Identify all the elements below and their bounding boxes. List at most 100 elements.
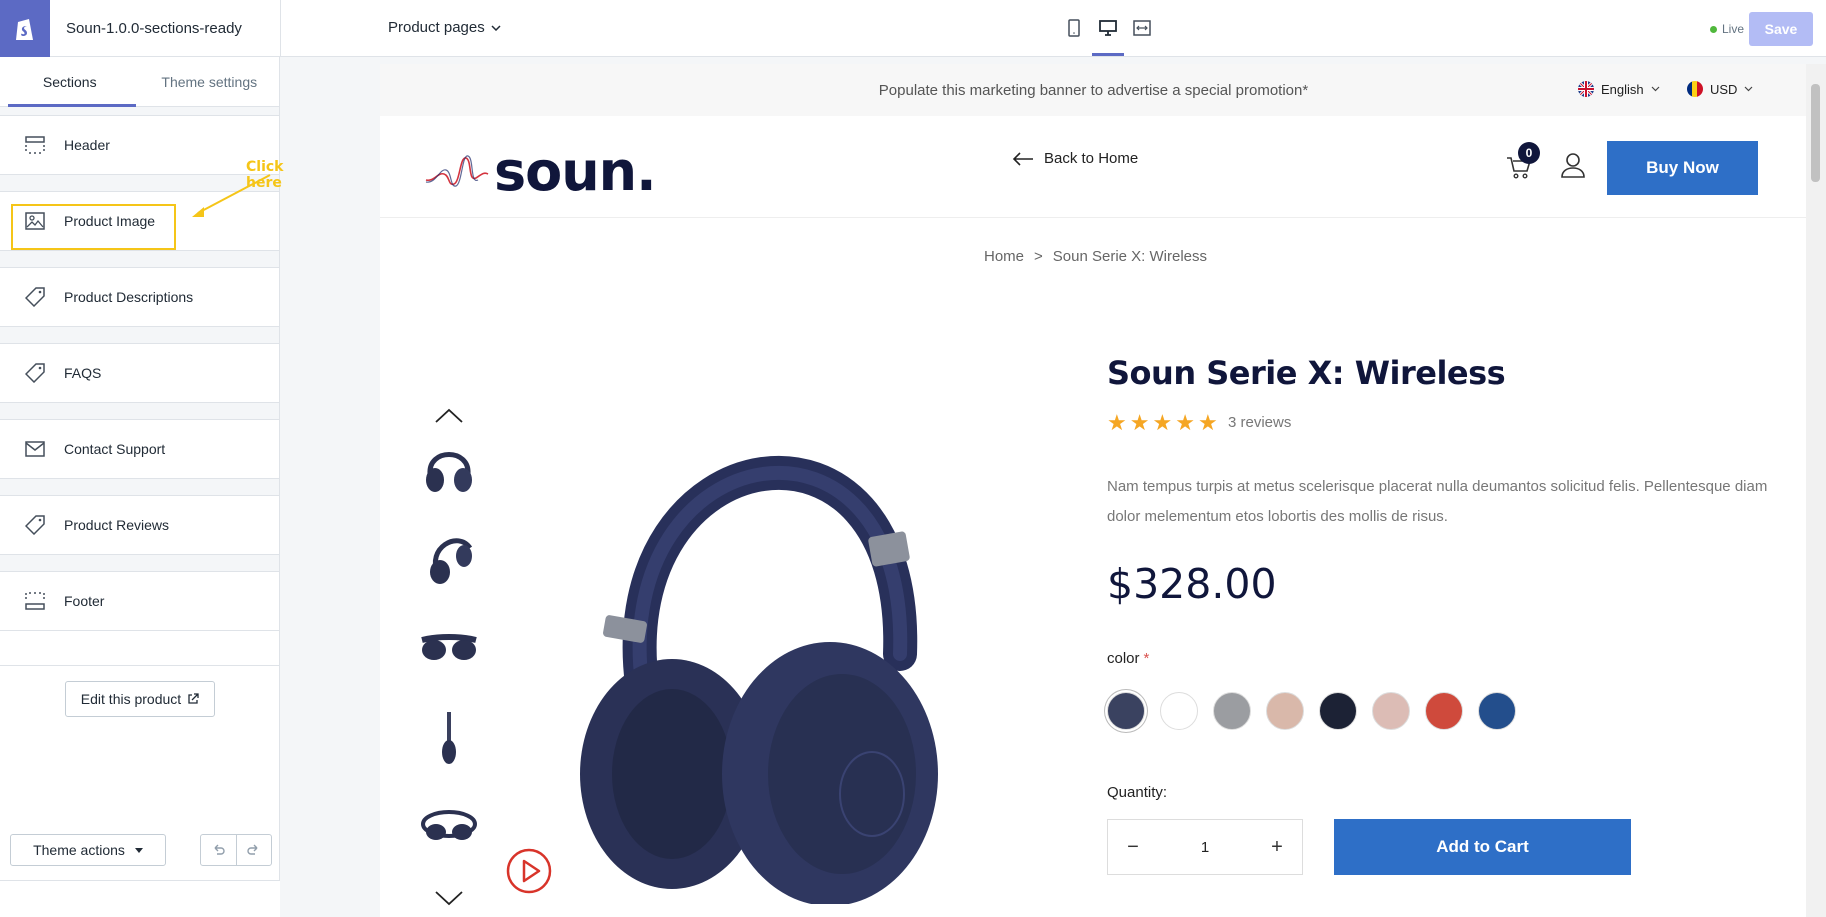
currency-label: USD xyxy=(1710,81,1738,97)
star-icon: ★ xyxy=(1129,410,1150,435)
product-main-image[interactable] xyxy=(580,394,960,904)
currency-selector[interactable]: USD xyxy=(1687,81,1753,97)
store-preview: Populate this marketing banner to advert… xyxy=(380,64,1807,917)
top-bar: Soun-1.0.0-sections-ready Product pages … xyxy=(0,0,1826,57)
currency-flag-icon xyxy=(1687,81,1703,97)
sidebar-item-footer[interactable]: Footer xyxy=(0,571,279,631)
external-link-icon xyxy=(188,693,199,704)
color-swatch[interactable] xyxy=(1372,692,1410,730)
brand-logo[interactable]: soun. xyxy=(424,140,657,203)
divider xyxy=(280,0,281,57)
arrow-left-icon xyxy=(1012,151,1033,166)
footer-layout-icon xyxy=(24,590,46,612)
sidebar-item-label: Product Descriptions xyxy=(64,289,194,305)
product-thumbnail[interactable] xyxy=(418,438,480,500)
sidebar-item-product-descriptions[interactable]: Product Descriptions xyxy=(0,267,279,327)
page-selector-label: Product pages xyxy=(388,19,485,36)
promo-banner: Populate this marketing banner to advert… xyxy=(380,64,1807,116)
shopify-logo-icon[interactable] xyxy=(0,0,50,57)
envelope-icon xyxy=(24,438,46,460)
language-label: English xyxy=(1601,81,1644,97)
uk-flag-icon xyxy=(1578,81,1594,97)
undo-redo-group xyxy=(200,834,272,866)
preview-scrollbar[interactable] xyxy=(1806,64,1826,917)
sidebar-tabs: Sections Theme settings xyxy=(0,57,279,107)
reviews-link[interactable]: 3 reviews xyxy=(1228,414,1291,431)
desktop-icon[interactable] xyxy=(1098,16,1118,40)
device-switcher xyxy=(1064,16,1152,40)
edit-product-button[interactable]: Edit this product xyxy=(65,681,215,717)
save-button[interactable]: Save xyxy=(1749,12,1813,46)
brand-name: soun. xyxy=(494,140,657,203)
mobile-icon[interactable] xyxy=(1064,16,1084,40)
required-mark: * xyxy=(1143,650,1150,667)
quantity-stepper: − 1 + xyxy=(1107,819,1303,875)
play-video-icon[interactable] xyxy=(506,848,552,894)
product-title: Soun Serie X: Wireless xyxy=(1107,354,1506,392)
redo-icon[interactable] xyxy=(237,835,272,865)
sidebar-item-contact-support[interactable]: Contact Support xyxy=(0,419,279,479)
tag-icon xyxy=(24,514,46,536)
color-swatch[interactable] xyxy=(1213,692,1251,730)
buy-now-button[interactable]: Buy Now xyxy=(1607,141,1758,195)
sidebar-item-label: Contact Support xyxy=(64,441,166,457)
star-icon: ★ xyxy=(1175,410,1195,435)
thumbnail-down-arrow-icon[interactable] xyxy=(434,890,464,906)
highlight-box xyxy=(11,204,176,250)
quantity-value[interactable]: 1 xyxy=(1201,839,1209,856)
tab-theme-settings[interactable]: Theme settings xyxy=(140,57,280,106)
chevron-down-icon xyxy=(1651,86,1660,92)
color-swatch[interactable] xyxy=(1107,692,1145,730)
header-layout-icon xyxy=(24,134,46,156)
color-swatch[interactable] xyxy=(1425,692,1463,730)
tag-icon xyxy=(24,362,46,384)
sidebar-item-faqs[interactable]: FAQS xyxy=(0,343,279,403)
sidebar-item-label: FAQS xyxy=(64,365,102,381)
product-thumbnail[interactable] xyxy=(418,708,480,770)
page-selector[interactable]: Product pages xyxy=(388,19,501,36)
minus-icon[interactable]: − xyxy=(1126,836,1140,859)
star-icon: ★ xyxy=(1152,410,1173,435)
active-device-indicator xyxy=(1092,53,1124,56)
thumbnail-up-arrow-icon[interactable] xyxy=(434,408,464,424)
callout-arrow-icon xyxy=(192,174,271,217)
rating-stars: ★ ★ ★ ★ ★ xyxy=(1107,410,1218,436)
quantity-label: Quantity: xyxy=(1107,784,1168,801)
product-price: $328.00 xyxy=(1107,560,1277,608)
back-home-label: Back to Home xyxy=(1044,150,1139,167)
cart-count-badge: 0 xyxy=(1518,142,1540,164)
product-thumbnail[interactable] xyxy=(418,798,480,860)
theme-actions-button[interactable]: Theme actions xyxy=(10,834,166,866)
color-swatch[interactable] xyxy=(1266,692,1304,730)
breadcrumb-current: Soun Serie X: Wireless xyxy=(1052,248,1208,265)
divider xyxy=(0,665,280,666)
language-selector[interactable]: English xyxy=(1578,81,1660,97)
caret-down-icon xyxy=(134,847,143,853)
tab-sections[interactable]: Sections xyxy=(0,57,140,106)
theme-actions-label: Theme actions xyxy=(33,842,125,858)
live-status: Live xyxy=(1710,22,1744,36)
add-to-cart-button[interactable]: Add to Cart xyxy=(1334,819,1631,875)
back-home-link[interactable]: Back to Home xyxy=(1012,150,1138,167)
scrollbar-thumb[interactable] xyxy=(1811,84,1820,182)
live-dot-icon xyxy=(1710,25,1717,33)
promo-text: Populate this marketing banner to advert… xyxy=(878,81,1309,99)
undo-icon[interactable] xyxy=(201,835,237,865)
color-swatch[interactable] xyxy=(1478,692,1516,730)
sidebar-item-label: Product Reviews xyxy=(64,517,170,533)
breadcrumb-home[interactable]: Home xyxy=(984,248,1024,265)
sidebar-item-product-reviews[interactable]: Product Reviews xyxy=(0,495,279,555)
color-swatch[interactable] xyxy=(1319,692,1357,730)
site-header: soun. Back to Home 0 Buy Now xyxy=(380,116,1807,218)
full-width-icon[interactable] xyxy=(1132,16,1152,40)
star-icon: ★ xyxy=(1197,410,1218,435)
sidebar-item-header[interactable]: Header xyxy=(0,115,279,175)
product-thumbnail[interactable] xyxy=(418,618,480,680)
sidebar: Sections Theme settings Header Product I… xyxy=(0,57,283,917)
product-thumbnail[interactable] xyxy=(418,528,480,590)
sound-wave-logo-icon xyxy=(425,154,489,187)
chevron-down-icon xyxy=(491,24,501,31)
plus-icon[interactable]: + xyxy=(1270,836,1284,859)
color-swatch[interactable] xyxy=(1160,692,1198,730)
user-account-icon[interactable] xyxy=(1561,152,1585,178)
